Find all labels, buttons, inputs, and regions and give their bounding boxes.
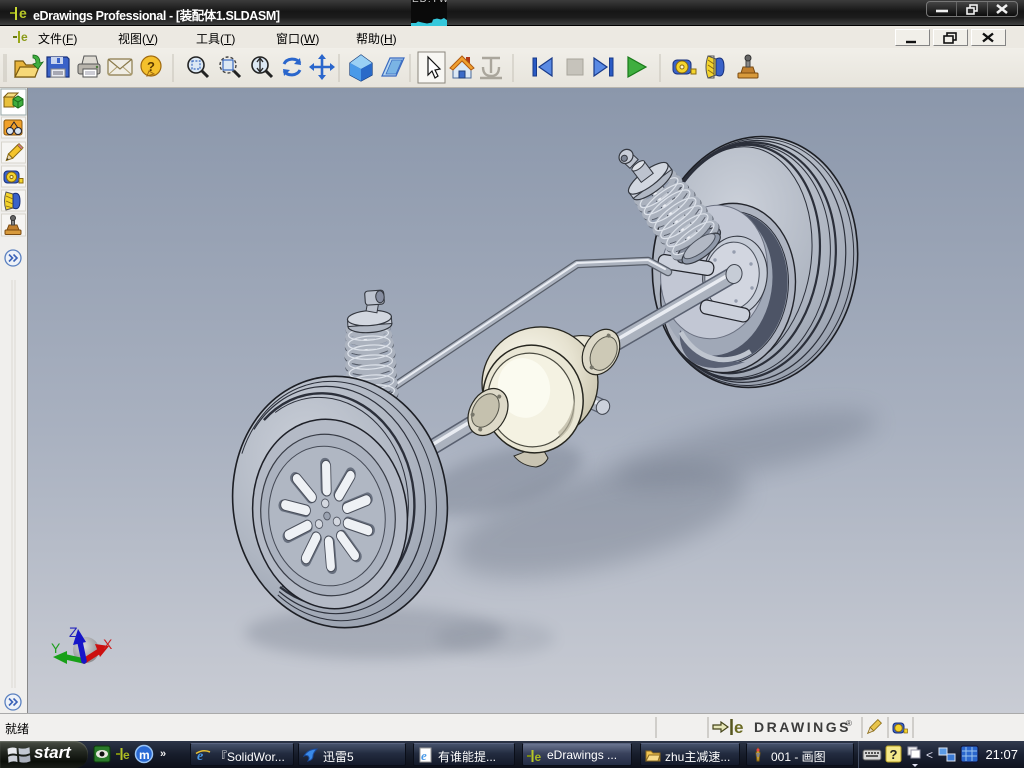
svg-text:e: e [421, 748, 427, 763]
svg-text:e: e [123, 748, 130, 762]
svg-text:<: < [926, 748, 933, 762]
svg-text:e: e [21, 30, 28, 44]
svg-text:Z: Z [69, 624, 78, 640]
svg-text:X: X [103, 636, 113, 652]
svg-text:DRAWINGS: DRAWINGS [754, 719, 851, 735]
svg-text:»: » [160, 748, 166, 760]
svg-text:?: ? [890, 747, 898, 762]
svg-text:?: ? [147, 59, 155, 74]
svg-text:e: e [19, 5, 27, 21]
svg-text:Y: Y [51, 640, 61, 656]
svg-text:®: ® [846, 719, 852, 728]
svg-text:m: m [139, 748, 150, 762]
svg-text:e: e [734, 718, 743, 737]
svg-text:e: e [535, 750, 542, 764]
